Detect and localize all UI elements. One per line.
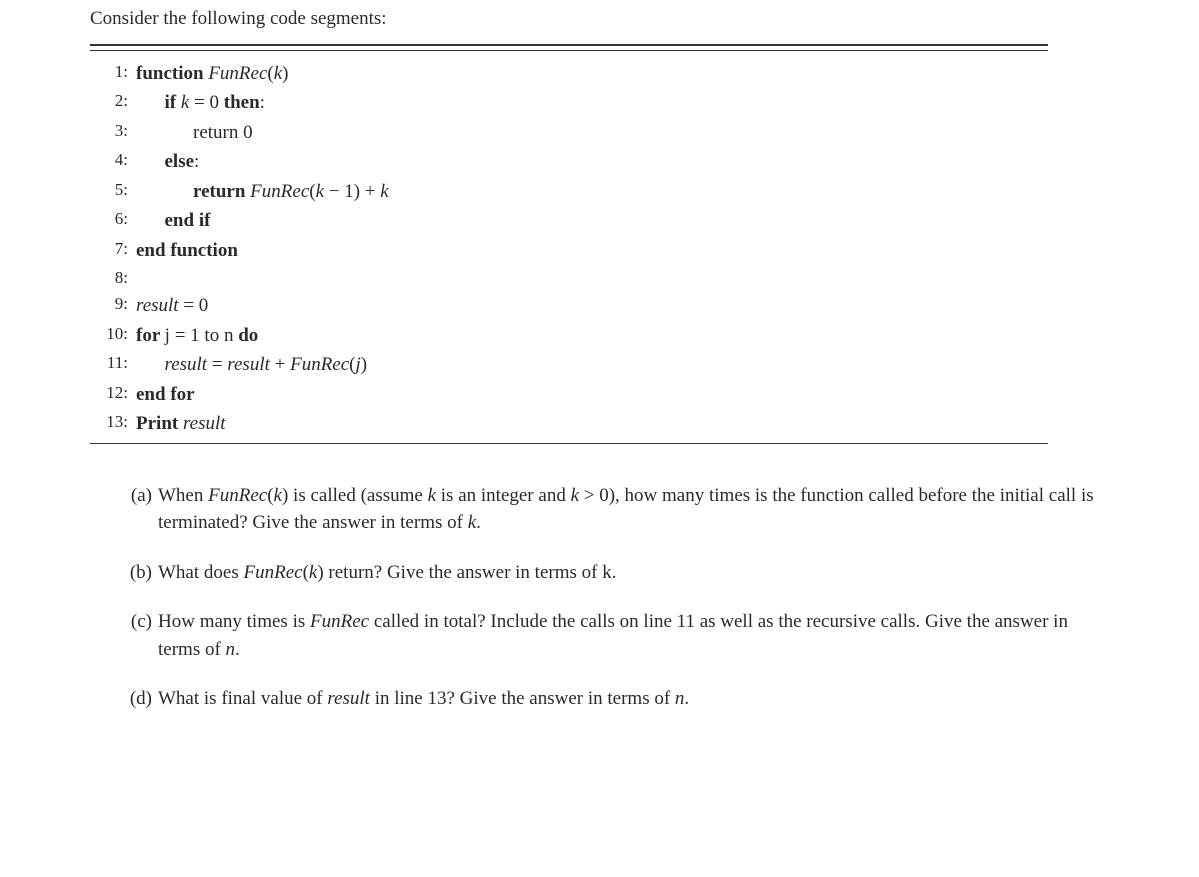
line-number: 2: <box>90 88 136 117</box>
line-number: 1: <box>90 59 136 88</box>
line-number: 11: <box>90 350 136 379</box>
line-number: 6: <box>90 206 136 235</box>
alg-line: 11: result = result + FunRec(j) <box>90 350 1048 379</box>
question: (c)How many times is FunRec called in to… <box>110 608 1109 663</box>
alg-code: result = 0 <box>136 291 208 320</box>
alg-line: 2: if k = 0 then: <box>90 88 1048 117</box>
question-list: (a)When FunRec(k) is called (assume k is… <box>110 482 1109 713</box>
alg-code: Print result <box>136 409 226 438</box>
alg-line: 3: return 0 <box>90 118 1048 147</box>
line-number: 9: <box>90 291 136 320</box>
line-number: 7: <box>90 236 136 265</box>
question: (a)When FunRec(k) is called (assume k is… <box>110 482 1109 537</box>
line-number: 12: <box>90 380 136 409</box>
algorithm-block: 1:function FunRec(k)2: if k = 0 then:3: … <box>90 44 1048 444</box>
line-number: 8: <box>90 265 136 291</box>
rule-thin <box>90 50 1048 51</box>
line-number: 13: <box>90 409 136 438</box>
alg-code: end if <box>136 206 210 235</box>
alg-line: 4: else: <box>90 147 1048 176</box>
alg-code: function FunRec(k) <box>136 59 289 88</box>
question-label: (b) <box>110 559 158 587</box>
alg-line: 5: return FunRec(k − 1) + k <box>90 177 1048 206</box>
line-number: 3: <box>90 118 136 147</box>
alg-code: if k = 0 then: <box>136 88 265 117</box>
alg-code: end function <box>136 236 238 265</box>
alg-code: for j = 1 to n do <box>136 321 258 350</box>
alg-code: return 0 <box>136 118 253 147</box>
algorithm-lines: 1:function FunRec(k)2: if k = 0 then:3: … <box>90 57 1048 443</box>
alg-code: result = result + FunRec(j) <box>136 350 367 379</box>
alg-line: 9:result = 0 <box>90 291 1048 320</box>
intro-text: Consider the following code segments: <box>90 8 1109 30</box>
alg-line: 6: end if <box>90 206 1048 235</box>
question-body: What is final value of result in line 13… <box>158 685 1109 713</box>
alg-line: 13:Print result <box>90 409 1048 438</box>
question-body: How many times is FunRec called in total… <box>158 608 1109 663</box>
line-number: 10: <box>90 321 136 350</box>
alg-line: 8: <box>90 265 1048 291</box>
alg-line: 7:end function <box>90 236 1048 265</box>
question-label: (a) <box>110 482 158 537</box>
alg-code: return FunRec(k − 1) + k <box>136 177 389 206</box>
question: (d)What is final value of result in line… <box>110 685 1109 713</box>
question-body: What does FunRec(k) return? Give the ans… <box>158 559 1109 587</box>
alg-code: end for <box>136 380 195 409</box>
question-label: (c) <box>110 608 158 663</box>
alg-line: 1:function FunRec(k) <box>90 59 1048 88</box>
line-number: 5: <box>90 177 136 206</box>
line-number: 4: <box>90 147 136 176</box>
question-label: (d) <box>110 685 158 713</box>
question-body: When FunRec(k) is called (assume k is an… <box>158 482 1109 537</box>
page: Consider the following code segments: 1:… <box>0 0 1199 877</box>
question: (b)What does FunRec(k) return? Give the … <box>110 559 1109 587</box>
alg-code: else: <box>136 147 199 176</box>
alg-line: 12:end for <box>90 380 1048 409</box>
alg-line: 10:for j = 1 to n do <box>90 321 1048 350</box>
